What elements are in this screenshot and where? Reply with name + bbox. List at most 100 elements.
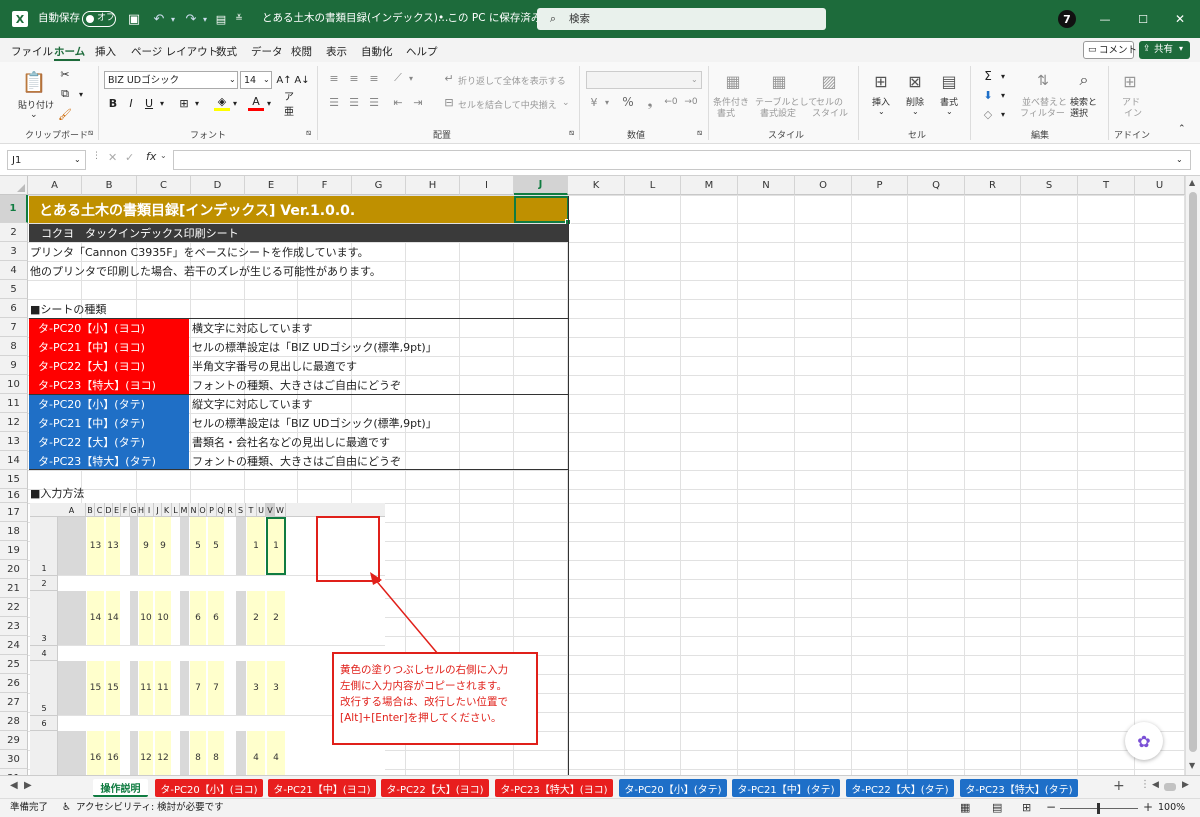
font-size-select[interactable]: 14 ⌄ [240, 71, 272, 89]
copy-icon[interactable]: ⧉ [58, 87, 72, 101]
row-header-23[interactable]: 23 [0, 617, 28, 636]
red-item-4[interactable]: タ-PC23【特大】(ヨコ) [38, 376, 188, 394]
blue-item-3[interactable]: タ-PC22【大】(タテ) [38, 433, 188, 451]
note-line-4[interactable]: 他のプリンタで印刷した場合、若干のズレが生じる可能性があります。 [30, 262, 560, 280]
tab-help[interactable]: ヘルプ [406, 44, 438, 59]
document-icon[interactable]: ▤ [213, 10, 229, 28]
font-launcher-icon[interactable]: ⧅ [306, 128, 311, 138]
column-header-L[interactable]: L [625, 176, 681, 195]
worksheet-grid[interactable]: ABCDEFGHIJKLMNOPQRSTU 1 2 3 4 5 6 7 8 9 10 11 12 13 1… [0, 176, 1185, 775]
zoom-out-icon[interactable]: − [1046, 800, 1056, 814]
increase-font-icon[interactable]: A↑ [276, 71, 292, 89]
percent-icon[interactable]: % [620, 94, 636, 110]
red-desc-3[interactable]: 半角文字番号の見出しに最適です [192, 357, 568, 375]
phonetic-icon[interactable]: ア亜 [284, 92, 300, 118]
paste-icon[interactable]: 📋 [22, 70, 47, 94]
insert-cells-icon[interactable]: ⊞ [870, 70, 892, 92]
row-header-8[interactable]: 8 [0, 337, 28, 356]
align-bottom-icon[interactable]: ≡ [366, 70, 382, 86]
customize-qat-icon[interactable]: ≚ [232, 10, 246, 28]
fill-icon[interactable]: ⬇ [980, 87, 996, 103]
format-painter-icon[interactable]: 🖌 [58, 107, 72, 121]
sheet-title[interactable]: とある土木の書類目録[インデックス] Ver.1.0.0. [29, 196, 514, 223]
undo-icon[interactable]: ↶ [150, 10, 168, 28]
document-title[interactable]: とある土木の書類目録(インデックス)… [262, 12, 448, 25]
maximize-button[interactable]: ☐ [1133, 10, 1153, 28]
currency-icon[interactable]: ¥ [586, 94, 602, 110]
select-all-corner[interactable] [0, 176, 28, 195]
autosum-icon[interactable]: Σ [980, 68, 996, 84]
minimize-button[interactable]: — [1095, 10, 1115, 28]
row-header-11[interactable]: 11 [0, 394, 28, 413]
row-header-15[interactable]: 15 [0, 470, 28, 489]
row-header-28[interactable]: 28 [0, 712, 28, 731]
row-header-25[interactable]: 25 [0, 655, 28, 674]
name-box[interactable]: J1 ⌄ [7, 150, 86, 170]
tab-formulas[interactable]: 数式 [216, 44, 237, 59]
chevron-down-icon[interactable]: ⌄ [498, 12, 506, 23]
align-left-icon[interactable]: ☰ [326, 94, 342, 110]
row-header-12[interactable]: 12 [0, 413, 28, 432]
zoom-in-icon[interactable]: + [1143, 800, 1153, 814]
row-header-17[interactable]: 17 [0, 503, 28, 522]
blue-desc-1[interactable]: 縦文字に対応しています [192, 395, 568, 413]
accessibility-icon[interactable]: ♿ [62, 802, 71, 814]
more-options-icon[interactable]: ⋮ [1140, 779, 1150, 791]
clear-icon[interactable]: ◇ [980, 106, 996, 122]
section-sheet-types[interactable]: ■シートの種類 [30, 300, 230, 318]
column-header-H[interactable]: H [406, 176, 460, 195]
underline-icon[interactable]: U [142, 95, 156, 111]
row-header-6[interactable]: 6 [0, 299, 28, 318]
chevron-down-icon[interactable]: ⌄ [912, 107, 919, 116]
scroll-up-icon[interactable]: ▲ [1189, 178, 1195, 188]
row-header-24[interactable]: 24 [0, 636, 28, 655]
clear-dropdown-icon[interactable]: ▾ [998, 106, 1008, 122]
fill-color-icon[interactable]: ◈ [214, 95, 230, 111]
row-header-14[interactable]: 14 [0, 451, 28, 470]
horizontal-scroll-thumb[interactable] [1164, 783, 1176, 791]
addins-icon[interactable]: ⊞ [1118, 70, 1142, 92]
active-cell-selection[interactable] [514, 196, 571, 225]
save-icon[interactable]: ▣ [125, 10, 143, 28]
column-header-D[interactable]: D [191, 176, 245, 195]
vertical-scrollbar[interactable]: ▲ ▼ [1185, 176, 1200, 775]
underline-dropdown-icon[interactable]: ▾ [157, 95, 167, 111]
align-middle-icon[interactable]: ≡ [346, 70, 362, 86]
tab-automate[interactable]: 自動化 [361, 44, 393, 59]
find-select-icon[interactable]: ⌕ [1072, 68, 1096, 92]
tab-insert[interactable]: 挿入 [95, 44, 116, 59]
column-header-U[interactable]: U [1135, 176, 1185, 195]
alignment-launcher-icon[interactable]: ⧅ [569, 128, 574, 138]
tab-scroll-right-icon[interactable]: ▶ [24, 780, 32, 792]
column-header-R[interactable]: R [965, 176, 1021, 195]
row-header-1[interactable]: 1 [0, 195, 28, 223]
cancel-icon[interactable]: ✕ [108, 151, 117, 164]
blue-desc-3[interactable]: 書類名・会社名などの見出しに最適です [192, 433, 568, 451]
copilot-button[interactable]: ✿ [1125, 722, 1163, 760]
column-header-B[interactable]: B [82, 176, 137, 195]
insert-function-button[interactable]: fx [146, 150, 156, 163]
blue-item-2[interactable]: タ-PC21【中】(タテ) [38, 414, 188, 432]
row-header-16[interactable]: 16 [0, 489, 28, 503]
column-header-T[interactable]: T [1078, 176, 1135, 195]
bold-icon[interactable]: B [106, 95, 120, 111]
column-header-E[interactable]: E [245, 176, 298, 195]
chevron-down-icon[interactable]: ⌄ [878, 107, 885, 116]
find-select-label-2[interactable]: 選択 [1070, 106, 1088, 119]
wrap-text-icon[interactable]: ↵ [442, 70, 456, 86]
normal-view-icon[interactable]: ▦ [960, 801, 970, 814]
merge-center-icon[interactable]: ⊟ [442, 94, 456, 110]
column-header-F[interactable]: F [298, 176, 352, 195]
expand-formula-icon[interactable]: ⌄ [1176, 155, 1183, 165]
undo-dropdown-icon[interactable]: ▾ [168, 10, 178, 28]
comment-button[interactable]: ▭ コメント [1083, 41, 1137, 59]
vertical-scroll-thumb[interactable] [1189, 192, 1197, 752]
row-header-18[interactable]: 18 [0, 522, 28, 541]
redo-dropdown-icon[interactable]: ▾ [200, 10, 210, 28]
blue-item-4[interactable]: タ-PC23【特大】(タテ) [38, 452, 188, 470]
decrease-indent-icon[interactable]: ⇤ [390, 94, 406, 110]
column-header-M[interactable]: M [681, 176, 738, 195]
sheet-tab-2[interactable]: タ-PC21【中】(ヨコ) [268, 779, 376, 797]
section-input-method[interactable]: ■入力方法 [30, 484, 230, 502]
merge-dropdown-icon[interactable]: ⌄ [562, 98, 570, 108]
